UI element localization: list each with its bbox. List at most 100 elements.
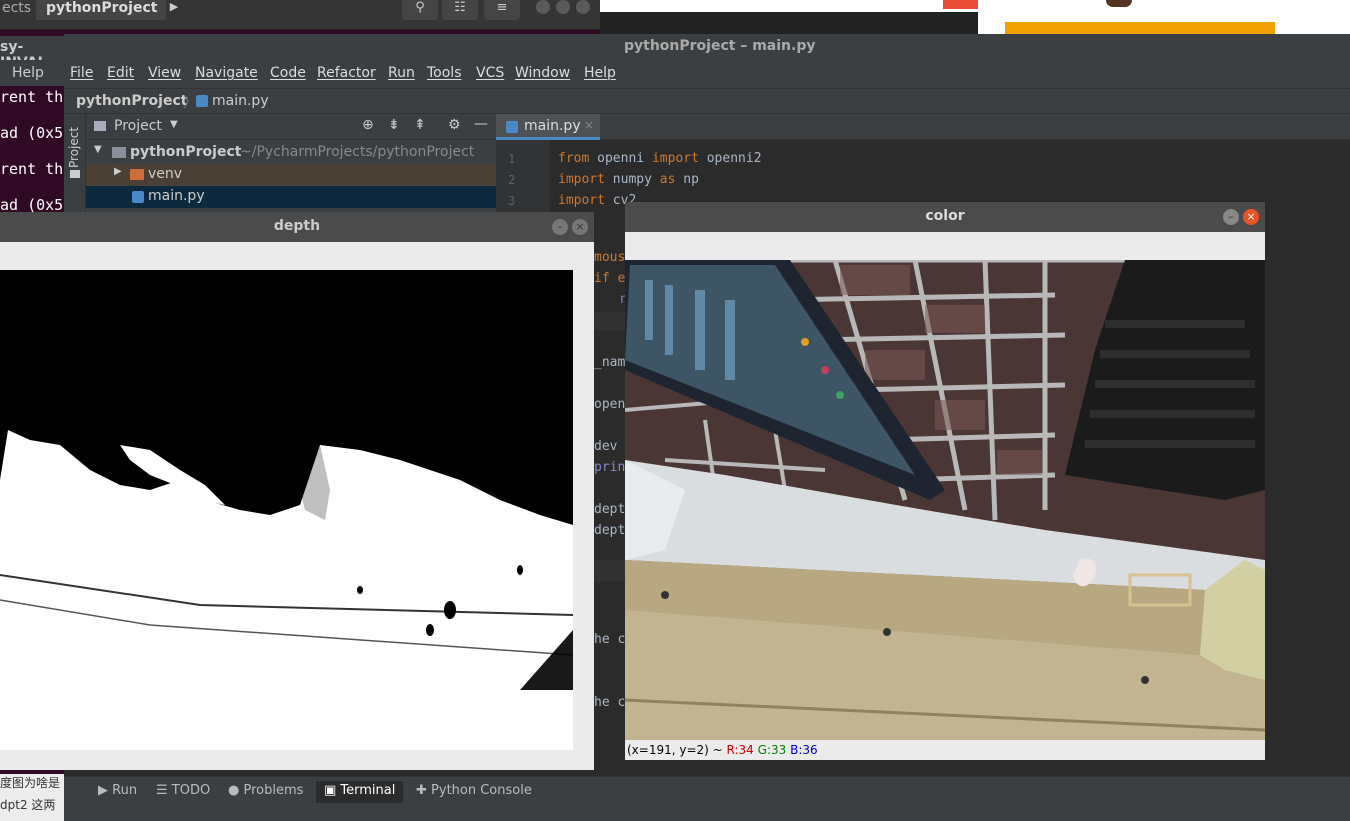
project-tool-button[interactable]: Project (67, 127, 81, 168)
window-title: depth (0, 212, 594, 242)
code-fragment: he c (594, 695, 626, 710)
avatar[interactable] (1106, 0, 1132, 7)
play-icon: ▶ (98, 783, 113, 798)
tab-run[interactable]: ▶ Run (90, 781, 145, 803)
terminal-icon: ▣ (324, 783, 341, 798)
menu-window[interactable]: Window (515, 65, 570, 81)
chevron-down-icon[interactable]: ▼ (94, 144, 102, 155)
folder-icon (112, 147, 126, 158)
expand-all-icon[interactable]: ⇟ (388, 117, 400, 133)
close-icon[interactable]: × (1243, 209, 1259, 225)
breadcrumb-project[interactable]: pythonProject (76, 93, 187, 109)
breadcrumb: pythonProject 〉 main.py (64, 88, 1350, 114)
tree-item-project-root[interactable]: ▼ pythonProject ~/PycharmProjects/python… (86, 142, 496, 164)
menu-refactor[interactable]: Refactor (317, 65, 376, 81)
depth-image (0, 270, 573, 750)
chevron-down-icon[interactable]: ▼ (170, 119, 178, 130)
project-view-selector[interactable]: Project (114, 118, 162, 134)
menu-bar: File Edit View Navigate Code Refactor Ru… (64, 60, 1350, 88)
chinese-text-snippet: dpt2 这两 (0, 796, 64, 821)
minimize-icon[interactable] (536, 0, 550, 14)
tree-item-label: venv (148, 166, 183, 182)
menu-vcs[interactable]: VCS (476, 65, 504, 81)
tab-scroll-right-icon[interactable]: ▶ (166, 0, 182, 20)
tree-item-label: main.py (148, 188, 205, 204)
close-icon[interactable] (576, 0, 590, 14)
line-number: 1 (508, 152, 516, 166)
folder-icon (70, 170, 80, 178)
chevron-right-icon[interactable]: ▶ (114, 166, 122, 177)
tab-todo[interactable]: ☰ TODO (148, 781, 218, 803)
minimize-icon[interactable]: – (1223, 209, 1239, 225)
editor-tabs: main.py × (496, 114, 1350, 140)
line-highlight (594, 560, 625, 582)
color-image (625, 260, 1265, 740)
browser-banner (1005, 22, 1275, 34)
terminal-line: rent thr (0, 160, 73, 178)
close-icon[interactable]: × (584, 118, 594, 132)
tab-problems[interactable]: ● Problems (220, 781, 311, 803)
browser-window (600, 0, 1350, 34)
minimize-icon[interactable]: – (552, 219, 568, 235)
collapse-all-icon[interactable]: ⇞ (414, 117, 426, 133)
python-file-icon (196, 95, 208, 107)
menu-file[interactable]: File (70, 65, 93, 81)
depth-window: depth – × (0, 212, 594, 770)
tab-terminal[interactable]: ▣ Terminal (316, 781, 404, 803)
menu-edit[interactable]: Edit (107, 65, 134, 81)
pixel-green: G:33 (757, 743, 787, 757)
terminal-menubar: Help (0, 60, 64, 86)
maximize-icon[interactable] (556, 0, 570, 14)
menu-run[interactable]: Run (388, 65, 415, 81)
breadcrumb-separator-icon: 〉 (183, 95, 197, 111)
menu-view[interactable]: View (148, 65, 181, 81)
terminal-line: rent thr (0, 88, 73, 106)
pixel-red: R:34 (726, 743, 754, 757)
breadcrumb-file[interactable]: main.py (212, 93, 269, 109)
terminal-menu-help[interactable]: Help (12, 65, 44, 81)
code-line: import numpy as np (558, 172, 699, 187)
line-number: 3 (508, 194, 516, 208)
locate-icon[interactable]: ⊕ (362, 117, 374, 133)
browser-search-button[interactable] (943, 0, 978, 9)
close-icon[interactable]: × (572, 219, 588, 235)
menu-code[interactable]: Code (270, 65, 306, 81)
color-window: color – × (x=191, y=2) ~ R:34 G:33 B:36 (625, 202, 1265, 760)
window-title: pythonProject – main.py (64, 34, 1350, 60)
pixel-blue: B:36 (790, 743, 818, 757)
menu-tools[interactable]: Tools (427, 65, 462, 81)
window-title: color (625, 202, 1265, 232)
gear-icon[interactable]: ⚙ (448, 117, 461, 133)
list-icon: ☰ (156, 783, 172, 798)
bottom-tool-tabs: ▶ Run ☰ TODO ● Problems ▣ Terminal ✚ Pyt… (64, 776, 1350, 821)
python-file-icon (132, 191, 144, 203)
view-list-icon[interactable]: ☷ (442, 0, 478, 20)
menu-navigate[interactable]: Navigate (195, 65, 258, 81)
chinese-text-snippet: 度图为啥是 (0, 774, 64, 796)
project-root-name: pythonProject (130, 144, 242, 160)
tab-main-py[interactable]: main.py × (496, 114, 600, 140)
file-manager-tab-active[interactable]: pythonProject (36, 0, 166, 20)
project-panel: Project ▼ ⊕ ⇟ ⇞ ⚙ — ▼ pythonProject ~/Py… (86, 114, 496, 214)
code-line: from openni import openni2 (558, 151, 762, 166)
pixel-coordinates: (x=191, y=2) ~ (627, 743, 727, 757)
line-highlight (594, 312, 625, 330)
hide-panel-icon[interactable]: — (474, 116, 488, 132)
tree-item-main-py[interactable]: main.py (86, 186, 496, 208)
tab-python-console[interactable]: ✚ Python Console (408, 781, 540, 803)
tab-label: main.py (524, 118, 581, 134)
terminal-line: ad (0x55 (0, 124, 73, 142)
project-panel-header: Project ▼ ⊕ ⇟ ⇞ ⚙ — (86, 114, 496, 140)
hamburger-menu-icon[interactable]: ≡ (484, 0, 520, 20)
python-icon: ✚ (416, 783, 432, 798)
line-number: 2 (508, 173, 516, 187)
file-manager-tab[interactable]: ects (0, 0, 34, 20)
menu-help[interactable]: Help (584, 65, 616, 81)
search-icon[interactable]: ⚲ (402, 0, 438, 20)
tree-item-venv[interactable]: ▶ venv (86, 164, 496, 186)
info-icon: ● (228, 783, 244, 798)
project-view-icon (94, 121, 106, 131)
code-fragment: he c (594, 632, 626, 647)
terminal-title: sy-INVAL (0, 36, 64, 71)
python-file-icon (506, 121, 518, 133)
